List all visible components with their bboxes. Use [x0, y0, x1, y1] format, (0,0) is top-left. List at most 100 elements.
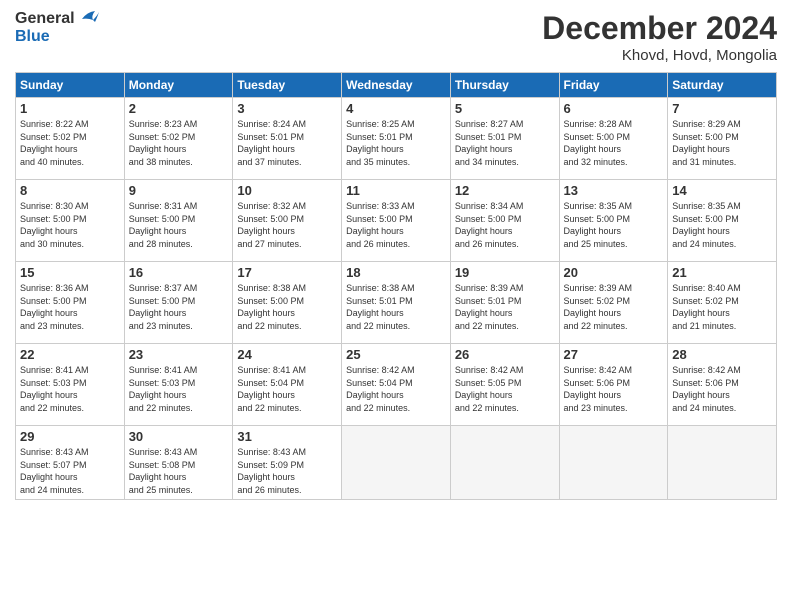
page: General Blue December 2024 Khovd, Hovd, … — [0, 0, 792, 612]
day-number: 12 — [455, 183, 555, 198]
table-row: 11 Sunrise: 8:33 AMSunset: 5:00 PMDaylig… — [342, 180, 451, 262]
table-row — [668, 426, 777, 500]
logo-bird-icon — [77, 10, 99, 28]
day-number: 24 — [237, 347, 337, 362]
day-number: 26 — [455, 347, 555, 362]
table-row: 20 Sunrise: 8:39 AMSunset: 5:02 PMDaylig… — [559, 262, 668, 344]
table-row: 2 Sunrise: 8:23 AMSunset: 5:02 PMDayligh… — [124, 98, 233, 180]
day-number: 30 — [129, 429, 229, 444]
day-info: Sunrise: 8:42 AMSunset: 5:05 PMDaylight … — [455, 365, 524, 413]
day-info: Sunrise: 8:41 AMSunset: 5:03 PMDaylight … — [20, 365, 89, 413]
table-row: 27 Sunrise: 8:42 AMSunset: 5:06 PMDaylig… — [559, 344, 668, 426]
col-thursday: Thursday — [450, 73, 559, 98]
day-number: 2 — [129, 101, 229, 116]
location: Khovd, Hovd, Mongolia — [542, 47, 777, 64]
table-row: 22 Sunrise: 8:41 AMSunset: 5:03 PMDaylig… — [16, 344, 125, 426]
day-info: Sunrise: 8:37 AMSunset: 5:00 PMDaylight … — [129, 283, 198, 331]
day-info: Sunrise: 8:31 AMSunset: 5:00 PMDaylight … — [129, 201, 198, 249]
day-number: 31 — [237, 429, 337, 444]
col-tuesday: Tuesday — [233, 73, 342, 98]
day-number: 23 — [129, 347, 229, 362]
day-number: 5 — [455, 101, 555, 116]
day-info: Sunrise: 8:42 AMSunset: 5:06 PMDaylight … — [672, 365, 741, 413]
col-sunday: Sunday — [16, 73, 125, 98]
title-block: December 2024 Khovd, Hovd, Mongolia — [542, 10, 777, 64]
day-number: 7 — [672, 101, 772, 116]
logo: General Blue — [15, 10, 99, 46]
day-number: 4 — [346, 101, 446, 116]
day-info: Sunrise: 8:29 AMSunset: 5:00 PMDaylight … — [672, 119, 741, 167]
day-info: Sunrise: 8:24 AMSunset: 5:01 PMDaylight … — [237, 119, 306, 167]
day-info: Sunrise: 8:35 AMSunset: 5:00 PMDaylight … — [672, 201, 741, 249]
table-row: 28 Sunrise: 8:42 AMSunset: 5:06 PMDaylig… — [668, 344, 777, 426]
table-row — [342, 426, 451, 500]
day-info: Sunrise: 8:36 AMSunset: 5:00 PMDaylight … — [20, 283, 89, 331]
day-info: Sunrise: 8:25 AMSunset: 5:01 PMDaylight … — [346, 119, 415, 167]
table-row: 21 Sunrise: 8:40 AMSunset: 5:02 PMDaylig… — [668, 262, 777, 344]
day-number: 6 — [564, 101, 664, 116]
calendar: Sunday Monday Tuesday Wednesday Thursday… — [15, 72, 777, 500]
day-number: 14 — [672, 183, 772, 198]
day-info: Sunrise: 8:43 AMSunset: 5:08 PMDaylight … — [129, 447, 198, 495]
day-info: Sunrise: 8:38 AMSunset: 5:01 PMDaylight … — [346, 283, 415, 331]
day-number: 27 — [564, 347, 664, 362]
day-number: 15 — [20, 265, 120, 280]
day-number: 17 — [237, 265, 337, 280]
table-row: 23 Sunrise: 8:41 AMSunset: 5:03 PMDaylig… — [124, 344, 233, 426]
logo-container: General Blue — [15, 10, 99, 46]
col-wednesday: Wednesday — [342, 73, 451, 98]
table-row: 31 Sunrise: 8:43 AMSunset: 5:09 PMDaylig… — [233, 426, 342, 500]
day-number: 20 — [564, 265, 664, 280]
day-number: 9 — [129, 183, 229, 198]
day-number: 19 — [455, 265, 555, 280]
day-number: 11 — [346, 183, 446, 198]
col-saturday: Saturday — [668, 73, 777, 98]
table-row — [559, 426, 668, 500]
day-info: Sunrise: 8:32 AMSunset: 5:00 PMDaylight … — [237, 201, 306, 249]
table-row: 14 Sunrise: 8:35 AMSunset: 5:00 PMDaylig… — [668, 180, 777, 262]
logo-text-general: General — [15, 10, 75, 28]
table-row: 13 Sunrise: 8:35 AMSunset: 5:00 PMDaylig… — [559, 180, 668, 262]
day-info: Sunrise: 8:38 AMSunset: 5:00 PMDaylight … — [237, 283, 306, 331]
day-info: Sunrise: 8:35 AMSunset: 5:00 PMDaylight … — [564, 201, 633, 249]
table-row: 6 Sunrise: 8:28 AMSunset: 5:00 PMDayligh… — [559, 98, 668, 180]
table-row: 4 Sunrise: 8:25 AMSunset: 5:01 PMDayligh… — [342, 98, 451, 180]
table-row: 29 Sunrise: 8:43 AMSunset: 5:07 PMDaylig… — [16, 426, 125, 500]
day-number: 29 — [20, 429, 120, 444]
logo-text-blue: Blue — [15, 28, 50, 46]
day-info: Sunrise: 8:42 AMSunset: 5:04 PMDaylight … — [346, 365, 415, 413]
day-info: Sunrise: 8:39 AMSunset: 5:02 PMDaylight … — [564, 283, 633, 331]
table-row: 25 Sunrise: 8:42 AMSunset: 5:04 PMDaylig… — [342, 344, 451, 426]
day-number: 18 — [346, 265, 446, 280]
table-row: 1 Sunrise: 8:22 AMSunset: 5:02 PMDayligh… — [16, 98, 125, 180]
day-info: Sunrise: 8:28 AMSunset: 5:00 PMDaylight … — [564, 119, 633, 167]
table-row: 30 Sunrise: 8:43 AMSunset: 5:08 PMDaylig… — [124, 426, 233, 500]
header: General Blue December 2024 Khovd, Hovd, … — [15, 10, 777, 64]
table-row: 12 Sunrise: 8:34 AMSunset: 5:00 PMDaylig… — [450, 180, 559, 262]
table-row: 26 Sunrise: 8:42 AMSunset: 5:05 PMDaylig… — [450, 344, 559, 426]
day-info: Sunrise: 8:41 AMSunset: 5:03 PMDaylight … — [129, 365, 198, 413]
day-info: Sunrise: 8:23 AMSunset: 5:02 PMDaylight … — [129, 119, 198, 167]
day-info: Sunrise: 8:43 AMSunset: 5:09 PMDaylight … — [237, 447, 306, 495]
table-row — [450, 426, 559, 500]
table-row: 8 Sunrise: 8:30 AMSunset: 5:00 PMDayligh… — [16, 180, 125, 262]
day-number: 8 — [20, 183, 120, 198]
day-info: Sunrise: 8:42 AMSunset: 5:06 PMDaylight … — [564, 365, 633, 413]
col-friday: Friday — [559, 73, 668, 98]
calendar-header-row: Sunday Monday Tuesday Wednesday Thursday… — [16, 73, 777, 98]
day-info: Sunrise: 8:39 AMSunset: 5:01 PMDaylight … — [455, 283, 524, 331]
table-row: 5 Sunrise: 8:27 AMSunset: 5:01 PMDayligh… — [450, 98, 559, 180]
table-row: 19 Sunrise: 8:39 AMSunset: 5:01 PMDaylig… — [450, 262, 559, 344]
day-info: Sunrise: 8:33 AMSunset: 5:00 PMDaylight … — [346, 201, 415, 249]
day-number: 21 — [672, 265, 772, 280]
table-row: 18 Sunrise: 8:38 AMSunset: 5:01 PMDaylig… — [342, 262, 451, 344]
day-number: 3 — [237, 101, 337, 116]
month-title: December 2024 — [542, 10, 777, 47]
day-number: 28 — [672, 347, 772, 362]
table-row: 15 Sunrise: 8:36 AMSunset: 5:00 PMDaylig… — [16, 262, 125, 344]
day-info: Sunrise: 8:27 AMSunset: 5:01 PMDaylight … — [455, 119, 524, 167]
day-number: 16 — [129, 265, 229, 280]
day-number: 22 — [20, 347, 120, 362]
day-info: Sunrise: 8:30 AMSunset: 5:00 PMDaylight … — [20, 201, 89, 249]
day-number: 13 — [564, 183, 664, 198]
